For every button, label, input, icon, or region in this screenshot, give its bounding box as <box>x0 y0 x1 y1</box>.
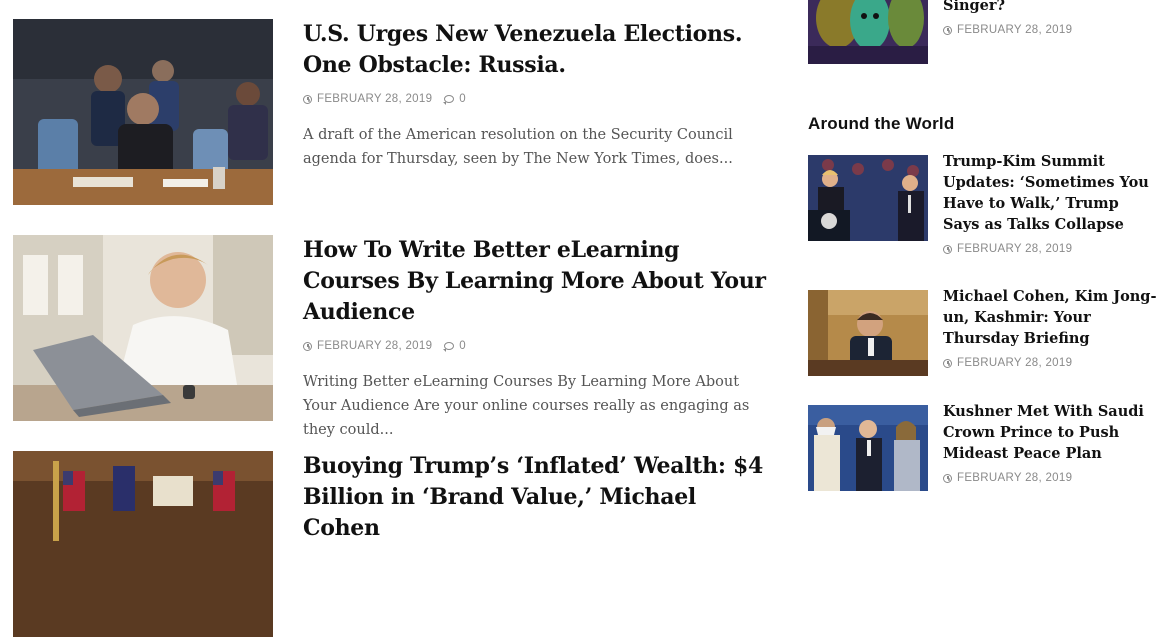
article-meta: FEBRUARY 28, 2019 0 <box>303 338 768 354</box>
sidebar-post-date: FEBRUARY 28, 2019 <box>957 472 1073 484</box>
clock-icon <box>943 244 952 254</box>
clock-icon <box>303 341 312 351</box>
article-body: Buoying Trump’s ‘Inflated’ Wealth: $4 Bi… <box>303 451 768 544</box>
section-title-around-the-world: Around the World <box>808 114 955 133</box>
clock-icon <box>303 94 312 104</box>
clock-icon <box>943 25 952 35</box>
sidebar-post-title[interactable]: Michael Cohen, Kim Jong-un, Kashmir: You… <box>943 286 1158 349</box>
sidebar-post-meta: FEBRUARY 28, 2019 <box>943 22 1158 38</box>
sidebar-post-title[interactable]: Kushner Met With Saudi Crown Prince to P… <box>943 401 1158 464</box>
sidebar-thumbnail[interactable] <box>808 290 928 376</box>
article-thumbnail[interactable] <box>13 19 273 205</box>
sidebar-post-body: Michael Cohen, Kim Jong-un, Kashmir: You… <box>943 286 1158 371</box>
sidebar-post-date: FEBRUARY 28, 2019 <box>957 24 1073 36</box>
comment-count[interactable]: 0 <box>459 340 466 352</box>
sidebar-post-title[interactable]: .Singer? <box>943 0 1158 16</box>
article-date: FEBRUARY 28, 2019 <box>317 340 433 352</box>
comment-count[interactable]: 0 <box>459 93 466 105</box>
sidebar-post-date: FEBRUARY 28, 2019 <box>957 357 1073 369</box>
sidebar-post-body: Kushner Met With Saudi Crown Prince to P… <box>943 401 1158 486</box>
sidebar-thumbnail[interactable] <box>808 0 928 64</box>
sidebar-post-body: Trump-Kim Summit Updates: ‘Sometimes You… <box>943 151 1158 257</box>
article-thumbnail[interactable] <box>13 235 273 421</box>
article-body: How To Write Better eLearning Courses By… <box>303 235 768 457</box>
article-excerpt: Writing Better eLearning Courses By Lear… <box>303 374 750 438</box>
article-meta: FEBRUARY 28, 2019 0 <box>303 91 768 107</box>
article-title[interactable]: Buoying Trump’s ‘Inflated’ Wealth: $4 Bi… <box>303 451 768 544</box>
sidebar-post-title[interactable]: Trump-Kim Summit Updates: ‘Sometimes You… <box>943 151 1158 235</box>
article-date: FEBRUARY 28, 2019 <box>317 93 433 105</box>
article-title[interactable]: How To Write Better eLearning Courses By… <box>303 235 768 328</box>
sidebar-thumbnail[interactable] <box>808 155 928 241</box>
comment-icon[interactable] <box>443 95 455 105</box>
article-title[interactable]: U.S. Urges New Venezuela Elections. One … <box>303 19 768 81</box>
sidebar-post-body: .Singer? FEBRUARY 28, 2019 <box>943 0 1158 38</box>
clock-icon <box>943 473 952 483</box>
sidebar-post-meta: FEBRUARY 28, 2019 <box>943 241 1158 257</box>
clock-icon <box>943 358 952 368</box>
comment-icon[interactable] <box>443 342 455 352</box>
sidebar-post-title-tail[interactable]: Singer? <box>943 0 1005 14</box>
article-excerpt: A draft of the American resolution on th… <box>303 127 733 167</box>
sidebar-post-meta: FEBRUARY 28, 2019 <box>943 355 1158 371</box>
article-thumbnail[interactable] <box>13 451 273 637</box>
sidebar-post-date: FEBRUARY 28, 2019 <box>957 243 1073 255</box>
sidebar-post-meta: FEBRUARY 28, 2019 <box>943 470 1158 486</box>
article-body: U.S. Urges New Venezuela Elections. One … <box>303 19 768 186</box>
sidebar-thumbnail[interactable] <box>808 405 928 491</box>
